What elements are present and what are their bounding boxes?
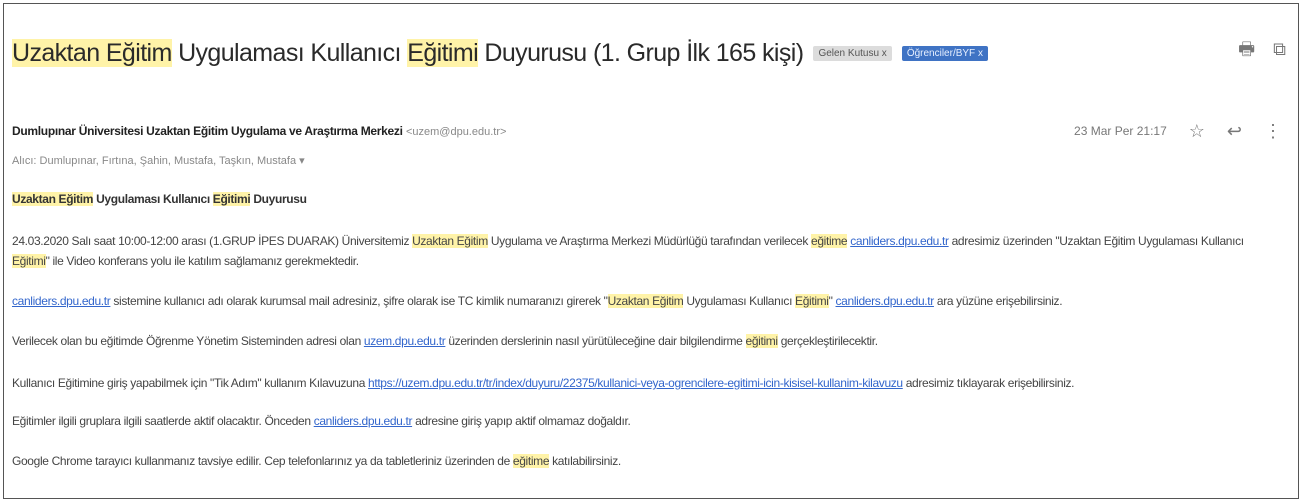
guide-link[interactable]: https://uzem.dpu.edu.tr/tr/index/duyuru/…: [368, 376, 903, 390]
para1a-highlight-2: eğitime: [811, 234, 848, 248]
subject-highlight-2: Eğitimi: [407, 38, 479, 67]
recipients[interactable]: Alıcı: Dumlupınar, Fırtına, Şahin, Musta…: [12, 154, 305, 167]
canliders-link[interactable]: canliders.dpu.edu.tr: [850, 234, 949, 248]
canliders-link-2[interactable]: canliders.dpu.edu.tr: [836, 294, 935, 308]
body-paragraph-2: canliders.dpu.edu.tr sistemine kullanıcı…: [12, 294, 1282, 308]
body-paragraph-6: Google Chrome tarayıcı kullanmanız tavsi…: [12, 454, 1282, 468]
uzem-link[interactable]: uzem.dpu.edu.tr: [364, 334, 446, 348]
para1a-highlight-1: Uzaktan Eğitim: [412, 234, 488, 248]
para5-end: adresine giriş yapıp aktif olmamaz doğal…: [412, 414, 631, 428]
para1a-mid: Uygulama ve Araştırma Merkezi Müdürlüğü …: [487, 234, 811, 248]
body-paragraph-1a: 24.03.2020 Salı saat 10:00-12:00 arası (…: [12, 234, 1282, 248]
label-students[interactable]: Öğrenciler/BYF x: [901, 45, 988, 61]
label-inbox[interactable]: Gelen Kutusu x: [813, 45, 892, 61]
para2-mid3: ": [828, 294, 836, 308]
greeting-text: Uygulaması Kullanıcı: [93, 192, 213, 206]
subject-highlight-1: Uzaktan Eğitim: [12, 38, 172, 67]
para6-end: katılabilirsiniz.: [549, 454, 621, 468]
para4-start: Kullanıcı Eğitimine giriş yapabilmek içi…: [12, 376, 369, 390]
para1b-highlight: Eğitimi: [12, 254, 46, 268]
sender-row: Dumlupınar Üniversitesi Uzaktan Eğitim U…: [12, 124, 506, 138]
body-paragraph-1b: Eğitimi" ile Video konferans yolu ile ka…: [12, 254, 1282, 268]
para3-highlight: eğitimi: [745, 334, 778, 348]
subject-text-1: Uygulaması Kullanıcı: [171, 38, 408, 67]
email-view: Uzaktan Eğitim Uygulaması Kullanıcı Eğit…: [3, 3, 1299, 499]
para2-highlight-1: Uzaktan Eğitim: [607, 294, 684, 308]
para1a-start: 24.03.2020 Salı saat 10:00-12:00 arası (…: [12, 234, 413, 248]
para2-mid: sistemine kullanıcı adı olarak kurumsal …: [110, 294, 608, 308]
body-paragraph-5: Eğitimler ilgili gruplara ilgili saatler…: [12, 414, 1282, 428]
sender-name[interactable]: Dumlupınar Üniversitesi Uzaktan Eğitim U…: [12, 124, 403, 138]
body-greeting: Uzaktan Eğitim Uygulaması Kullanıcı Eğit…: [12, 192, 1282, 206]
date-actions: 23 Mar Per 21:17 ☆ ↩ ⋮: [1074, 122, 1282, 140]
print-icon[interactable]: 🖶: [1238, 40, 1255, 58]
body-paragraph-3: Verilecek olan bu eğitimde Öğrenme Yönet…: [12, 334, 1282, 348]
email-date: 23 Mar Per 21:17: [1074, 124, 1167, 138]
para2-end: ara yüzüne erişebilirsiniz.: [933, 294, 1063, 308]
para1b-end: " ile Video konferans yolu ile katılım s…: [45, 254, 359, 268]
para2-mid2: Uygulaması Kullanıcı: [683, 294, 796, 308]
sender-email: <uzem@dpu.edu.tr>: [405, 126, 507, 138]
para1a-end: adresimiz üzerinden "Uzaktan Eğitim Uygu…: [948, 234, 1244, 248]
canliders-link-3[interactable]: canliders.dpu.edu.tr: [314, 414, 413, 428]
subject-row: Uzaktan Eğitim Uygulaması Kullanıcı Eğit…: [12, 36, 988, 70]
body-paragraph-4: Kullanıcı Eğitimine giriş yapabilmek içi…: [12, 376, 1282, 390]
popout-icon[interactable]: ⧉: [1273, 40, 1286, 58]
email-subject: Uzaktan Eğitim Uygulaması Kullanıcı Eğit…: [12, 38, 804, 68]
subject-text-2: Duyurusu (1. Grup İlk 165 kişi): [478, 38, 804, 67]
more-vert-icon[interactable]: ⋮: [1264, 122, 1282, 140]
para3-start: Verilecek olan bu eğitimde Öğrenme Yönet…: [12, 334, 364, 348]
para3-end: gerçekleştirilecektir.: [777, 334, 878, 348]
para3-mid: üzerinden derslerinin nasıl yürütüleceği…: [445, 334, 746, 348]
top-actions: 🖶 ⧉: [1238, 40, 1286, 58]
greeting-end: Duyurusu: [250, 192, 307, 206]
para2-highlight-2: Eğitimi: [795, 294, 829, 308]
greeting-highlight-1: Uzaktan Eğitim: [12, 192, 94, 206]
para4-end: adresimiz tıklayarak erişebilirsiniz.: [902, 376, 1075, 390]
greeting-highlight-2: Eğitimi: [212, 192, 251, 206]
para5-start: Eğitimler ilgili gruplara ilgili saatler…: [12, 414, 314, 428]
para6-start: Google Chrome tarayıcı kullanmanız tavsi…: [12, 454, 513, 468]
para6-highlight: eğitime: [512, 454, 550, 468]
star-icon[interactable]: ☆: [1189, 122, 1205, 140]
canliders-link[interactable]: canliders.dpu.edu.tr: [12, 294, 111, 308]
reply-icon[interactable]: ↩: [1227, 122, 1242, 140]
